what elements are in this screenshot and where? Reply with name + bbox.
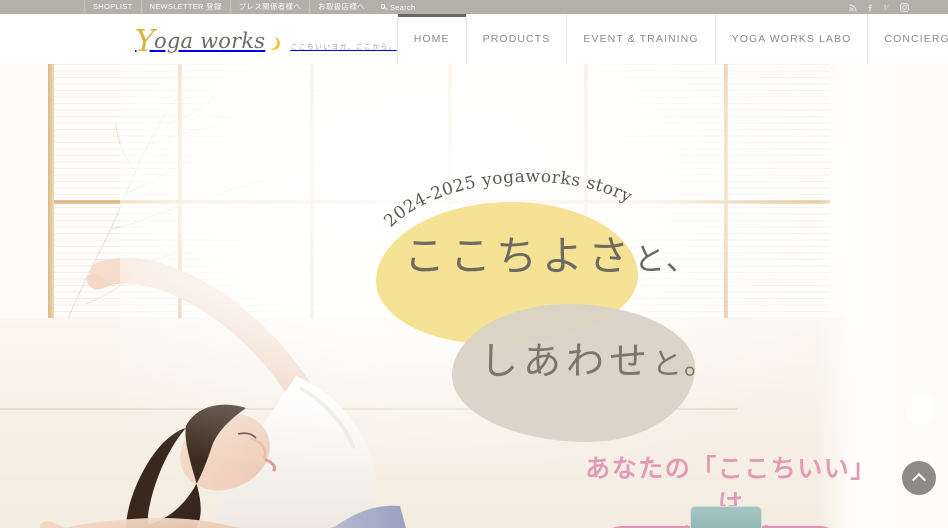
nav-item-concierge[interactable]: CONCIERGE [867,14,948,64]
vimeo-icon[interactable]: V [883,3,892,12]
site-header: Yoga works ここちいいヨガ、ここから。 HOME PRODUCTS E… [0,14,948,64]
nav-item-products[interactable]: PRODUCTS [465,14,567,64]
search-icon [380,4,388,10]
search-button[interactable]: Search [373,3,424,12]
svg-text:V: V [884,4,890,12]
next-slide-button[interactable] [906,394,936,424]
nav-item-home[interactable]: HOME [396,14,466,64]
headline-kokochiyosa: ここちよさ [404,232,634,280]
crescent-moon-icon [263,35,281,50]
utility-link-shoplist[interactable]: SHOPLIST [84,0,142,14]
logo-letter-y: Y [135,24,156,59]
headline-shiawase: しあわせ [480,339,653,383]
teal-card-peek [690,506,762,528]
utility-link-dealers[interactable]: お取扱店様へ [310,0,373,14]
search-label: Search [389,2,416,12]
utility-link-newsletter[interactable]: NEWSLETTER 登録 [142,0,231,14]
logo-tagline: ここちいいヨガ、ここから。 [290,44,397,51]
site-logo[interactable]: Yoga works ここちいいヨガ、ここから。 [0,14,397,64]
scroll-to-top-button[interactable] [902,461,936,495]
utility-link-press[interactable]: プレス関係者様へ [231,0,311,14]
hero-headline-line2: しあわせと。 [480,342,800,380]
logo-wordmark: Yoga works [135,24,281,57]
hero-slider: 2024-2025 yogaworks story ここちよさと、 しあわせと。… [0,64,948,528]
chevron-right-icon [914,403,926,415]
main-navigation: HOME PRODUCTS EVENT & TRAINING YOGA WORK… [396,14,948,64]
headline-to-period: と。 [652,347,717,382]
utility-bar: SHOPLIST NEWSLETTER 登録 プレス関係者様へ お取扱店様へ S… [0,0,948,14]
nav-item-event-training[interactable]: EVENT & TRAINING [566,14,715,64]
hero-headline-line1: ここちよさと、 [404,236,704,277]
rss-icon[interactable] [849,3,858,12]
instagram-icon[interactable] [900,2,909,12]
page-root: SHOPLIST NEWSLETTER 登録 プレス関係者様へ お取扱店様へ S… [0,0,948,528]
facebook-icon[interactable] [866,3,875,12]
headline-to-comma: と、 [634,242,699,278]
nav-item-yoga-works-labo[interactable]: YOGA WORKS LABO [714,14,868,64]
social-links: V [849,2,909,12]
chevron-up-icon [911,472,927,488]
utility-links: SHOPLIST NEWSLETTER 登録 プレス関係者様へ お取扱店様へ S… [84,0,424,14]
logo-text: oga works [154,29,266,53]
